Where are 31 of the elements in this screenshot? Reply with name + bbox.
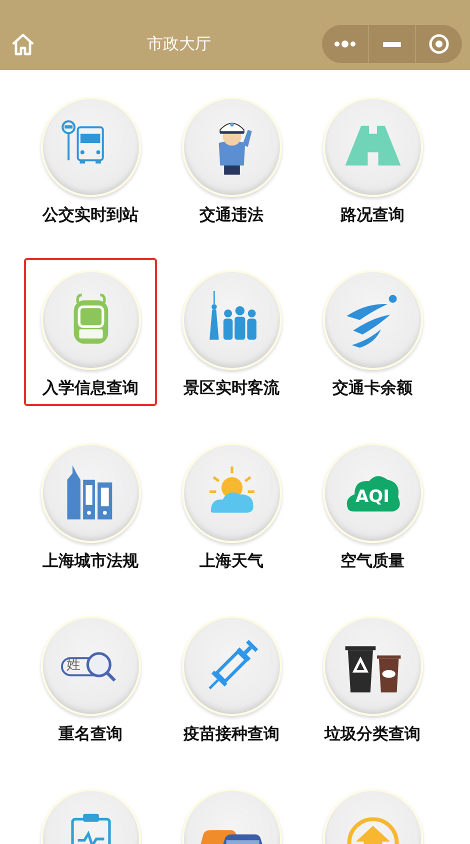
service-label: 重名查询 [58, 724, 122, 745]
service-tile[interactable]: 路况查询 [306, 85, 439, 233]
service-label: 入学信息查询 [42, 378, 138, 399]
service-tile[interactable]: 交通违法 [165, 85, 298, 233]
service-tile[interactable]: 垃圾分类查询 [306, 604, 439, 752]
service-label: 景区实时客流 [184, 378, 280, 399]
service-tile[interactable]: 交通卡余额 [306, 258, 439, 406]
service-tile[interactable]: 公交实时到站 [24, 85, 157, 233]
service-label: 交通卡余额 [332, 378, 412, 399]
service-tile[interactable]: 上海天气 [165, 431, 298, 579]
service-tile[interactable]: 姓 重名查询 [24, 604, 157, 752]
service-label: 疫苗接种查询 [184, 724, 280, 745]
icon-text: AQI [356, 487, 390, 507]
more-icon [334, 40, 356, 48]
service-tile[interactable]: 入学信息查询 [24, 258, 157, 406]
service-label: 垃圾分类查询 [324, 724, 420, 745]
page-title: 市政大厅 [146, 34, 212, 54]
service-tile[interactable]: 上海城市法规 [24, 431, 157, 579]
service-tile[interactable]: 景区实时客流 [165, 258, 298, 406]
service-label: 上海天气 [200, 551, 264, 572]
service-label: 路况查询 [340, 205, 404, 226]
service-label: 交通违法 [200, 205, 264, 226]
home-icon[interactable] [10, 31, 36, 57]
service-label: 空气质量 [340, 551, 404, 572]
service-label: 公交实时到站 [42, 205, 138, 226]
minimize-icon [383, 42, 401, 46]
service-label: 上海城市法规 [42, 551, 138, 572]
icon-text: 姓 [66, 656, 80, 674]
service-tile[interactable]: 疫苗接种查询 [165, 604, 298, 752]
service-tile[interactable]: AQI 空气质量 [306, 431, 439, 579]
close-icon [428, 33, 450, 55]
